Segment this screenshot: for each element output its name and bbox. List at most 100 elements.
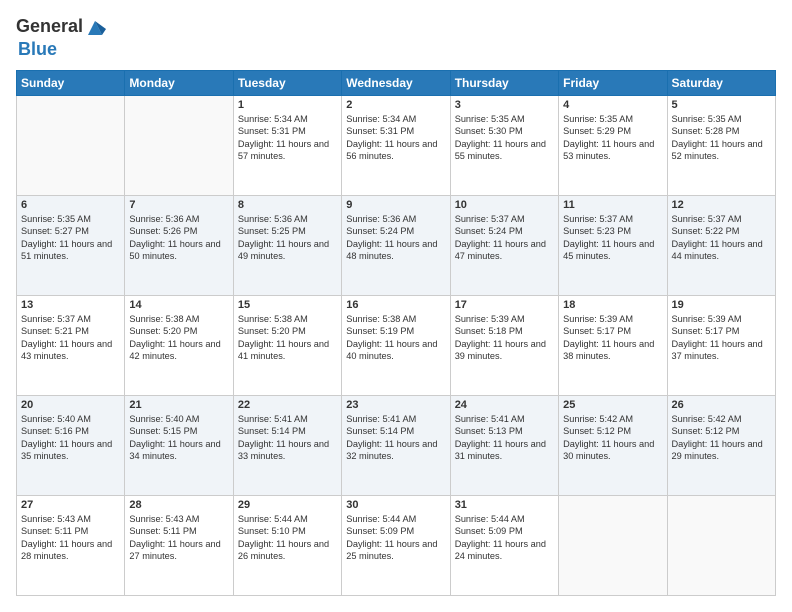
sunset-text: Sunset: 5:16 PM <box>21 425 120 437</box>
sunset-text: Sunset: 5:21 PM <box>21 325 120 337</box>
day-detail: Sunrise: 5:40 AMSunset: 5:15 PMDaylight:… <box>129 413 228 463</box>
daylight-text: Daylight: 11 hours and 55 minutes. <box>455 138 554 163</box>
sunrise-text: Sunrise: 5:35 AM <box>563 113 662 125</box>
day-number: 7 <box>129 199 228 211</box>
day-detail: Sunrise: 5:36 AMSunset: 5:24 PMDaylight:… <box>346 213 445 263</box>
calendar-cell: 15 Sunrise: 5:38 AMSunset: 5:20 PMDayligh… <box>233 295 341 395</box>
day-detail: Sunrise: 5:39 AMSunset: 5:17 PMDaylight:… <box>563 313 662 363</box>
sunrise-text: Sunrise: 5:42 AM <box>672 413 771 425</box>
calendar-cell: 19 Sunrise: 5:39 AMSunset: 5:17 PMDayligh… <box>667 295 775 395</box>
sunrise-text: Sunrise: 5:40 AM <box>129 413 228 425</box>
sunset-text: Sunset: 5:28 PM <box>672 125 771 137</box>
sunset-text: Sunset: 5:11 PM <box>21 525 120 537</box>
calendar-cell: 27Sunrise: 5:43 AMSunset: 5:11 PMDayligh… <box>17 495 125 595</box>
day-number: 18 <box>563 299 662 311</box>
daylight-text: Daylight: 11 hours and 30 minutes. <box>563 438 662 463</box>
day-number: 6 <box>21 199 120 211</box>
calendar-cell: 23 Sunrise: 5:41 AMSunset: 5:14 PMDayligh… <box>342 395 450 495</box>
calendar-week-3: 13 Sunrise: 5:37 AMSunset: 5:21 PMDayligh… <box>17 295 776 395</box>
day-number: 2 <box>346 99 445 111</box>
day-detail: Sunrise: 5:38 AMSunset: 5:20 PMDaylight:… <box>238 313 337 363</box>
sunset-text: Sunset: 5:25 PM <box>238 225 337 237</box>
daylight-text: Daylight: 11 hours and 52 minutes. <box>672 138 771 163</box>
sunrise-text: Sunrise: 5:43 AM <box>129 513 228 525</box>
day-detail: Sunrise: 5:41 AMSunset: 5:14 PMDaylight:… <box>238 413 337 463</box>
sunset-text: Sunset: 5:24 PM <box>455 225 554 237</box>
day-detail: Sunrise: 5:41 AMSunset: 5:14 PMDaylight:… <box>346 413 445 463</box>
day-number: 23 <box>346 399 445 411</box>
calendar-cell: 24Sunrise: 5:41 AMSunset: 5:13 PMDayligh… <box>450 395 558 495</box>
calendar-cell: 21Sunrise: 5:40 AMSunset: 5:15 PMDayligh… <box>125 395 233 495</box>
logo-icon <box>84 17 106 39</box>
sunset-text: Sunset: 5:10 PM <box>238 525 337 537</box>
day-number: 12 <box>672 199 771 211</box>
daylight-text: Daylight: 11 hours and 25 minutes. <box>346 538 445 563</box>
day-number: 25 <box>563 399 662 411</box>
sunrise-text: Sunrise: 5:39 AM <box>455 313 554 325</box>
day-detail: Sunrise: 5:42 AMSunset: 5:12 PMDaylight:… <box>672 413 771 463</box>
daylight-text: Daylight: 11 hours and 33 minutes. <box>238 438 337 463</box>
calendar-cell <box>125 95 233 195</box>
sunrise-text: Sunrise: 5:36 AM <box>238 213 337 225</box>
day-detail: Sunrise: 5:44 AMSunset: 5:09 PMDaylight:… <box>455 513 554 563</box>
day-number: 30 <box>346 499 445 511</box>
day-detail: Sunrise: 5:39 AMSunset: 5:18 PMDaylight:… <box>455 313 554 363</box>
calendar-week-1: 1Sunrise: 5:34 AMSunset: 5:31 PMDaylight… <box>17 95 776 195</box>
daylight-text: Daylight: 11 hours and 29 minutes. <box>672 438 771 463</box>
day-number: 15 <box>238 299 337 311</box>
sunset-text: Sunset: 5:17 PM <box>672 325 771 337</box>
sunset-text: Sunset: 5:13 PM <box>455 425 554 437</box>
sunset-text: Sunset: 5:27 PM <box>21 225 120 237</box>
day-number: 13 <box>21 299 120 311</box>
calendar-week-4: 20Sunrise: 5:40 AMSunset: 5:16 PMDayligh… <box>17 395 776 495</box>
calendar-cell: 9 Sunrise: 5:36 AMSunset: 5:24 PMDaylight… <box>342 195 450 295</box>
sunrise-text: Sunrise: 5:41 AM <box>455 413 554 425</box>
sunrise-text: Sunrise: 5:35 AM <box>455 113 554 125</box>
day-detail: Sunrise: 5:34 AMSunset: 5:31 PMDaylight:… <box>346 113 445 163</box>
day-detail: Sunrise: 5:38 AMSunset: 5:19 PMDaylight:… <box>346 313 445 363</box>
sunset-text: Sunset: 5:11 PM <box>129 525 228 537</box>
sunset-text: Sunset: 5:20 PM <box>129 325 228 337</box>
sunset-text: Sunset: 5:26 PM <box>129 225 228 237</box>
daylight-text: Daylight: 11 hours and 48 minutes. <box>346 238 445 263</box>
sunset-text: Sunset: 5:20 PM <box>238 325 337 337</box>
weekday-header-tuesday: Tuesday <box>233 70 341 95</box>
logo-block: General Blue <box>16 16 107 60</box>
daylight-text: Daylight: 11 hours and 34 minutes. <box>129 438 228 463</box>
day-number: 4 <box>563 99 662 111</box>
weekday-header-row: SundayMondayTuesdayWednesdayThursdayFrid… <box>17 70 776 95</box>
calendar-cell: 12Sunrise: 5:37 AMSunset: 5:22 PMDayligh… <box>667 195 775 295</box>
daylight-text: Daylight: 11 hours and 28 minutes. <box>21 538 120 563</box>
daylight-text: Daylight: 11 hours and 27 minutes. <box>129 538 228 563</box>
daylight-text: Daylight: 11 hours and 41 minutes. <box>238 338 337 363</box>
weekday-header-wednesday: Wednesday <box>342 70 450 95</box>
day-number: 14 <box>129 299 228 311</box>
calendar-cell: 30 Sunrise: 5:44 AMSunset: 5:09 PMDayligh… <box>342 495 450 595</box>
calendar-cell: 3Sunrise: 5:35 AMSunset: 5:30 PMDaylight… <box>450 95 558 195</box>
day-number: 9 <box>346 199 445 211</box>
calendar-cell: 18 Sunrise: 5:39 AMSunset: 5:17 PMDayligh… <box>559 295 667 395</box>
day-number: 19 <box>672 299 771 311</box>
calendar-cell: 29Sunrise: 5:44 AMSunset: 5:10 PMDayligh… <box>233 495 341 595</box>
daylight-text: Daylight: 11 hours and 38 minutes. <box>563 338 662 363</box>
day-detail: Sunrise: 5:44 AMSunset: 5:10 PMDaylight:… <box>238 513 337 563</box>
sunrise-text: Sunrise: 5:34 AM <box>238 113 337 125</box>
day-detail: Sunrise: 5:35 AMSunset: 5:27 PMDaylight:… <box>21 213 120 263</box>
sunrise-text: Sunrise: 5:35 AM <box>21 213 120 225</box>
header: General Blue <box>16 16 776 60</box>
sunrise-text: Sunrise: 5:38 AM <box>238 313 337 325</box>
day-detail: Sunrise: 5:37 AMSunset: 5:21 PMDaylight:… <box>21 313 120 363</box>
day-detail: Sunrise: 5:39 AMSunset: 5:17 PMDaylight:… <box>672 313 771 363</box>
daylight-text: Daylight: 11 hours and 42 minutes. <box>129 338 228 363</box>
day-number: 20 <box>21 399 120 411</box>
sunset-text: Sunset: 5:23 PM <box>563 225 662 237</box>
sunset-text: Sunset: 5:09 PM <box>346 525 445 537</box>
day-detail: Sunrise: 5:40 AMSunset: 5:16 PMDaylight:… <box>21 413 120 463</box>
calendar-cell: 5Sunrise: 5:35 AMSunset: 5:28 PMDaylight… <box>667 95 775 195</box>
day-detail: Sunrise: 5:44 AMSunset: 5:09 PMDaylight:… <box>346 513 445 563</box>
calendar-week-2: 6Sunrise: 5:35 AMSunset: 5:27 PMDaylight… <box>17 195 776 295</box>
sunrise-text: Sunrise: 5:37 AM <box>563 213 662 225</box>
weekday-header-thursday: Thursday <box>450 70 558 95</box>
day-number: 26 <box>672 399 771 411</box>
calendar-cell: 2 Sunrise: 5:34 AMSunset: 5:31 PMDaylight… <box>342 95 450 195</box>
